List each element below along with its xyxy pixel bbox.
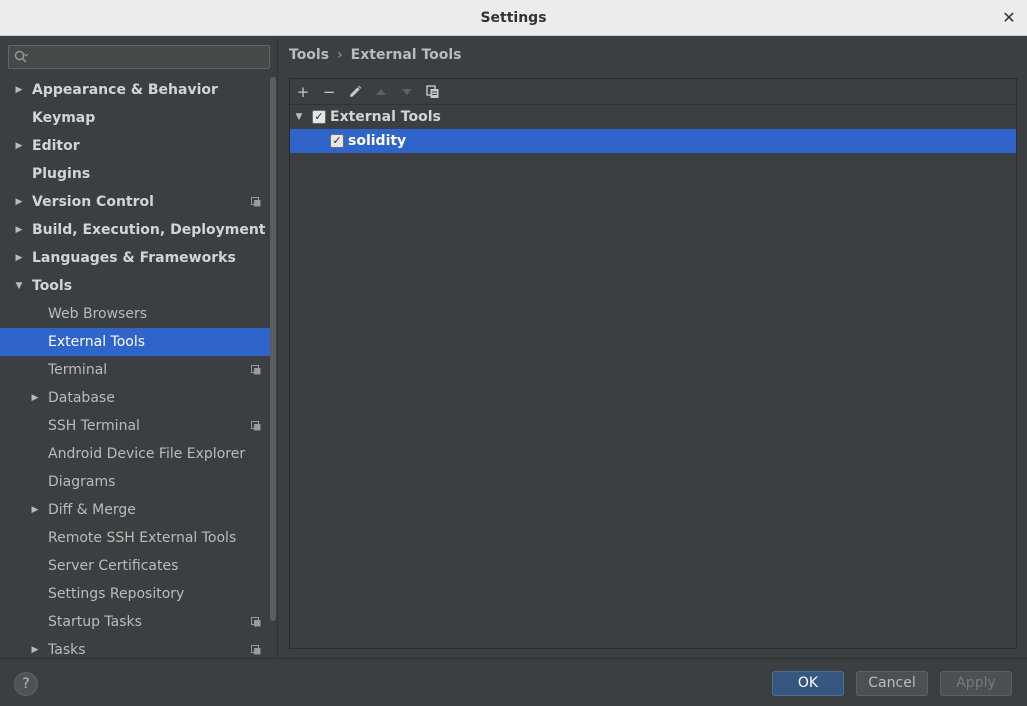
sidebar-item-label: Settings Repository [48,586,185,602]
sidebar-item-database[interactable]: ▶ Database [0,384,270,412]
settings-window: Settings ✕ ▶ Appearance & Behavior Keymap ▶… [0,0,1027,706]
sidebar-item-label: Keymap [32,110,96,126]
tool-group-row[interactable]: ▼ ✓ External Tools [290,105,1016,129]
edit-button[interactable] [346,83,364,101]
arrow-up-icon [376,89,386,95]
sidebar-item-label: Editor [32,138,80,154]
chevron-right-icon[interactable]: ▶ [28,384,42,412]
project-settings-icon [251,645,261,655]
chevron-down-icon[interactable]: ▼ [12,272,26,300]
sidebar-item-label: Startup Tasks [48,614,142,630]
tool-item-row[interactable]: ✓ solidity [290,129,1016,153]
breadcrumb-current: External Tools [350,47,462,63]
sidebar-item-server-certificates[interactable]: Server Certificates [0,552,270,580]
dialog-button-bar: ? OK Cancel Apply [0,658,1027,706]
chevron-right-icon[interactable]: ▶ [12,76,26,104]
close-icon[interactable]: ✕ [1001,0,1017,36]
sidebar-item-label: Version Control [32,194,154,210]
tools-toolbar: + − [290,79,1016,105]
ok-button[interactable]: OK [772,671,844,696]
add-button[interactable]: + [294,83,312,101]
window-title: Settings [480,10,547,26]
sidebar-item-ssh-terminal[interactable]: SSH Terminal [0,412,270,440]
sidebar-item-languages-frameworks[interactable]: ▶ Languages & Frameworks [0,244,270,272]
chevron-right-icon[interactable]: ▶ [28,496,42,524]
main-panel: Tools › External Tools + − ▼ ✓ External … [279,37,1027,658]
sidebar-item-label: Remote SSH External Tools [48,530,237,546]
settings-sidebar: ▶ Appearance & Behavior Keymap ▶ Editor Plugi… [0,37,278,658]
sidebar-item-editor[interactable]: ▶ Editor [0,132,270,160]
sidebar-item-android-device-file-explorer[interactable]: Android Device File Explorer [0,440,270,468]
chevron-right-icon[interactable]: ▶ [12,216,26,244]
tool-group-label: External Tools [330,109,441,125]
chevron-right-icon[interactable]: ▶ [12,132,26,160]
move-up-button[interactable] [372,83,390,101]
sidebar-item-label: SSH Terminal [48,418,140,434]
settings-tree: ▶ Appearance & Behavior Keymap ▶ Editor Plugi… [0,76,270,658]
chevron-right-icon[interactable]: ▶ [28,636,42,658]
chevron-down-icon[interactable]: ▼ [292,105,306,129]
external-tools-tree: ▼ ✓ External Tools ✓ solidity [290,105,1016,153]
sidebar-item-plugins[interactable]: Plugins [0,160,270,188]
sidebar-item-tools[interactable]: ▼ Tools [0,272,270,300]
help-button[interactable]: ? [14,672,38,696]
sidebar-item-remote-ssh-external-tools[interactable]: Remote SSH External Tools [0,524,270,552]
sidebar-item-label: Diff & Merge [48,502,136,518]
sidebar-item-startup-tasks[interactable]: Startup Tasks [0,608,270,636]
tool-item-label: solidity [348,133,407,149]
remove-button[interactable]: − [320,83,338,101]
chevron-right-icon[interactable]: ▶ [12,244,26,272]
tool-group-checkbox[interactable]: ✓ [312,110,326,124]
project-settings-icon [251,617,261,627]
sidebar-item-diff-merge[interactable]: ▶ Diff & Merge [0,496,270,524]
project-settings-icon [251,365,261,375]
breadcrumb-separator: › [337,47,343,63]
breadcrumb-parent[interactable]: Tools [289,47,329,63]
sidebar-item-label: Appearance & Behavior [32,82,218,98]
sidebar-item-label: Tasks [48,642,86,658]
sidebar-item-label: Build, Execution, Deployment [32,222,266,238]
sidebar-item-label: Terminal [48,362,108,378]
project-settings-icon [251,197,261,207]
sidebar-item-label: Plugins [32,166,91,182]
external-tools-panel: + − ▼ ✓ External Tools ✓ solidity [289,78,1017,649]
move-down-button[interactable] [398,83,416,101]
copy-icon [426,85,439,98]
sidebar-item-label: Diagrams [48,474,116,490]
sidebar-item-version-control[interactable]: ▶ Version Control [0,188,270,216]
title-bar: Settings ✕ [0,0,1027,36]
breadcrumb: Tools › External Tools [289,45,462,65]
sidebar-item-appearance-behavior[interactable]: ▶ Appearance & Behavior [0,76,270,104]
chevron-right-icon[interactable]: ▶ [12,188,26,216]
sidebar-item-tasks[interactable]: ▶ Tasks [0,636,270,658]
sidebar-scrollbar[interactable] [270,77,276,621]
sidebar-item-terminal[interactable]: Terminal [0,356,270,384]
sidebar-item-label: External Tools [48,334,146,350]
sidebar-item-diagrams[interactable]: Diagrams [0,468,270,496]
cancel-button[interactable]: Cancel [856,671,928,696]
sidebar-item-label: Database [48,390,115,406]
pencil-icon [350,85,362,97]
search-input[interactable] [35,48,265,66]
search-box[interactable] [8,45,270,69]
sidebar-item-keymap[interactable]: Keymap [0,104,270,132]
sidebar-item-label: Android Device File Explorer [48,446,246,462]
search-icon [14,50,29,63]
sidebar-item-label: Languages & Frameworks [32,250,236,266]
sidebar-item-label: Server Certificates [48,558,179,574]
copy-button[interactable] [424,83,442,101]
sidebar-item-settings-repository[interactable]: Settings Repository [0,580,270,608]
sidebar-item-label: Tools [32,278,73,294]
arrow-down-icon [402,89,412,95]
apply-button[interactable]: Apply [940,671,1012,696]
sidebar-item-label: Web Browsers [48,306,147,322]
sidebar-item-build-execution-deployment[interactable]: ▶ Build, Execution, Deployment [0,216,270,244]
sidebar-item-external-tools[interactable]: External Tools [0,328,270,356]
sidebar-item-web-browsers[interactable]: Web Browsers [0,300,270,328]
tool-item-checkbox[interactable]: ✓ [330,134,344,148]
project-settings-icon [251,421,261,431]
